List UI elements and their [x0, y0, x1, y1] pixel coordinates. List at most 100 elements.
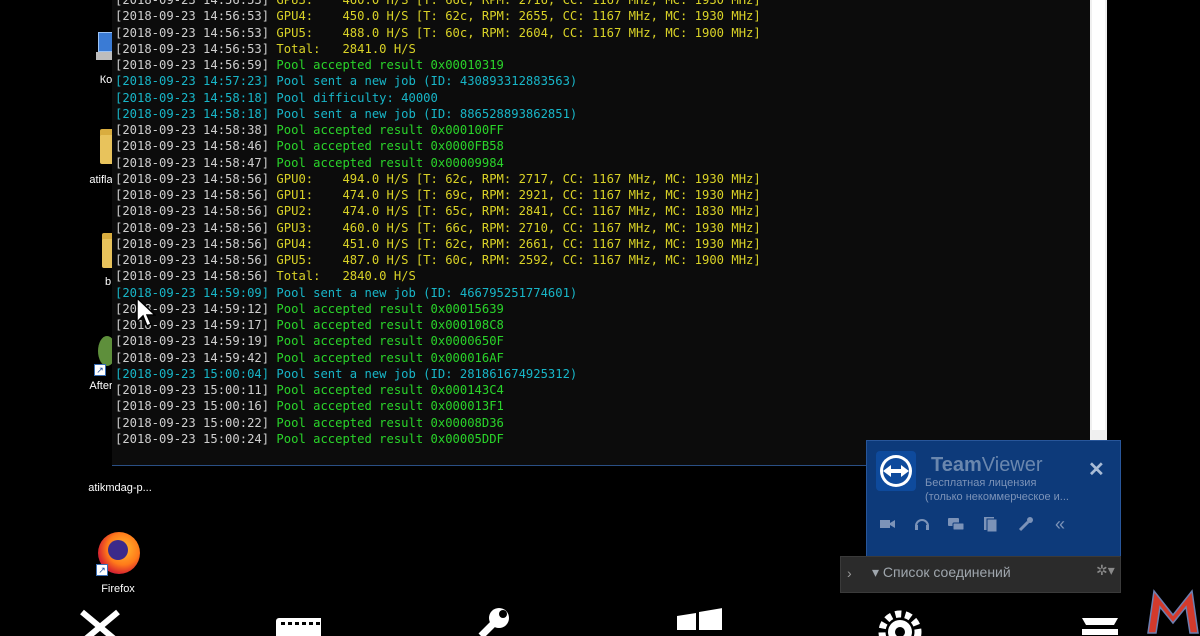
console-timestamp: [2018-09-23 14:56:53] [115, 41, 270, 56]
console-message: Pool sent a new job (ID: 466795251774601… [269, 285, 578, 300]
expand-arrow-icon[interactable]: › [847, 565, 852, 581]
console-message: Pool accepted result 0x0000650F [269, 334, 504, 349]
close-icon[interactable]: ✕ [1088, 457, 1105, 482]
console-message: GPU0: 494.0 H/S [T: 62c, RPM: 2717, CC: … [269, 171, 761, 186]
console-timestamp: [2018-09-23 14:58:46] [115, 139, 270, 154]
console-message: GPU4: 450.0 H/S [T: 62c, RPM: 2655, CC: … [269, 9, 761, 24]
console-timestamp: [2018-09-23 15:00:16] [115, 399, 270, 414]
chat-icon[interactable] [947, 515, 965, 533]
console-timestamp: [2018-09-23 14:56:53] [115, 0, 270, 7]
console-timestamp: [2018-09-23 15:00:11] [115, 383, 270, 397]
console-message: Total: 2841.0 H/S [269, 41, 416, 56]
console-timestamp: [2018-09-23 14:58:18] [115, 106, 270, 121]
console-timestamp: [2018-09-23 14:59:19] [115, 334, 270, 349]
console-line: [2018-09-23 15:00:24] Pool accepted resu… [115, 431, 761, 447]
console-line: [2018-09-23 14:58:56] GPU0: 494.0 H/S [T… [115, 171, 761, 187]
console-line: [2018-09-23 14:58:18] Pool sent a new jo… [115, 106, 761, 122]
windows-icon[interactable] [676, 606, 722, 636]
gear-icon[interactable] [877, 606, 923, 636]
connections-list-text: Список соединений [882, 564, 1011, 580]
desktop-icon-label: After [89, 380, 113, 392]
console-timestamp: [2018-09-23 14:57:23] [115, 74, 270, 89]
console-line: [2018-09-23 15:00:04] Pool sent a new jo… [115, 366, 761, 382]
console-message: Pool sent a new job (ID: 886528893862851… [269, 106, 578, 121]
console-line: [2018-09-23 14:58:56] Total: 2840.0 H/S [115, 268, 761, 284]
console-message: Pool accepted result 0x000108C8 [269, 318, 504, 332]
console-line: [2018-09-23 14:58:56] GPU2: 474.0 H/S [T… [115, 203, 761, 219]
gear-icon[interactable]: ✲▾ [1096, 562, 1115, 579]
console-message: Pool accepted result 0x000016AF [269, 350, 504, 365]
console-line: [2018-09-23 14:58:46] Pool accepted resu… [115, 138, 761, 154]
console-line: [2018-09-23 14:58:56] GPU4: 451.0 H/S [T… [115, 236, 761, 252]
console-timestamp: [2018-09-23 14:58:56] [115, 236, 270, 251]
connections-list-bar[interactable]: › ▾ Список соединений ✲▾ [840, 556, 1121, 593]
console-message: Pool accepted result 0x0000FB58 [269, 139, 504, 154]
console-timestamp: [2018-09-23 14:58:56] [115, 253, 270, 267]
close-icon[interactable] [78, 606, 124, 636]
desktop-icon-label: Firefox [101, 583, 135, 595]
desktop-icon-firefox[interactable]: ↗ Firefox [92, 530, 144, 595]
console-line: [2018-09-23 14:56:53] GPU4: 450.0 H/S [T… [115, 8, 761, 24]
console-message: Pool accepted result 0x000143C4 [269, 383, 504, 397]
keyboard-icon[interactable] [275, 606, 321, 636]
console-message: GPU3: 460.0 H/S [T: 66c, RPM: 2710, CC: … [269, 220, 761, 235]
console-line: [2018-09-23 14:59:09] Pool sent a new jo… [115, 285, 761, 301]
console-timestamp: [2018-09-23 14:58:56] [115, 220, 270, 235]
console-line: [2018-09-23 15:00:16] Pool accepted resu… [115, 398, 761, 414]
console-line: [2018-09-23 14:58:56] GPU3: 460.0 H/S [T… [115, 220, 761, 236]
desktop-icon-label: atikmdag-p... [88, 482, 152, 494]
console-line: [2018-09-23 14:56:53] GPU3: 460.0 H/S [T… [115, 0, 761, 8]
console-message: Pool difficulty: 40000 [269, 90, 438, 105]
console-message: Pool accepted result 0x00009984 [269, 155, 504, 170]
console-timestamp: [2018-09-23 15:00:24] [115, 431, 270, 446]
tools-icon[interactable] [1017, 515, 1035, 533]
console-line: [2018-09-23 14:58:56] GPU5: 487.0 H/S [T… [115, 252, 761, 268]
console-line: [2018-09-23 14:58:56] GPU1: 474.0 H/S [T… [115, 187, 761, 203]
console-timestamp: [2018-09-23 14:56:59] [115, 58, 270, 72]
console-timestamp: [2018-09-23 14:58:56] [115, 171, 270, 186]
console-timestamp: [2018-09-23 14:58:47] [115, 155, 270, 170]
console-message: GPU1: 474.0 H/S [T: 69c, RPM: 2921, CC: … [269, 188, 761, 202]
shortcut-arrow-icon: ↗ [94, 364, 106, 376]
connections-list-label[interactable]: ▾ Список соединений [872, 564, 1011, 581]
console-scrollbar-thumb[interactable] [1092, 0, 1105, 430]
desktop-icon-label: atifla [89, 174, 113, 186]
console-message: Pool sent a new job (ID: 281861674925312… [269, 366, 578, 381]
console-timestamp: [2018-09-23 14:56:53] [115, 9, 270, 24]
console-line: [2018-09-23 14:56:59] Pool accepted resu… [115, 57, 761, 73]
console-timestamp: [2018-09-23 14:58:56] [115, 204, 270, 219]
console-message: Pool accepted result 0x000100FF [269, 123, 504, 137]
console-timestamp: [2018-09-23 14:58:56] [115, 188, 270, 202]
teamviewer-logo-icon [876, 451, 916, 491]
menu-icon[interactable] [1078, 606, 1124, 636]
console-line: [2018-09-23 14:58:47] Pool accepted resu… [115, 155, 761, 171]
wrench-icon[interactable] [475, 606, 521, 636]
collapse-icon[interactable]: « [1051, 515, 1069, 533]
teamviewer-title-light: Viewer [981, 454, 1043, 476]
console-message: GPU3: 460.0 H/S [T: 66c, RPM: 2716, CC: … [269, 0, 761, 7]
console-timestamp: [2018-09-23 14:56:53] [115, 25, 270, 40]
files-icon[interactable] [981, 515, 999, 533]
console-message: GPU5: 488.0 H/S [T: 60c, RPM: 2604, CC: … [269, 25, 761, 40]
console-line: [2018-09-23 14:56:53] GPU5: 488.0 H/S [T… [115, 25, 761, 41]
video-icon[interactable] [879, 515, 897, 533]
console-line: [2018-09-23 15:00:11] Pool accepted resu… [115, 382, 761, 398]
console-line: [2018-09-23 14:59:42] Pool accepted resu… [115, 350, 761, 366]
miner-console-window[interactable]: [2018-09-23 14:56:53] GPU3: 460.0 H/S [T… [112, 0, 1096, 466]
console-line: [2018-09-23 14:57:23] Pool sent a new jo… [115, 73, 761, 89]
console-line: [2018-09-23 15:00:22] Pool accepted resu… [115, 415, 761, 431]
console-timestamp: [2018-09-23 15:00:22] [115, 415, 270, 430]
teamviewer-title-bold: Team [931, 454, 982, 476]
console-message: Pool accepted result 0x000013F1 [269, 399, 504, 414]
teamviewer-panel: TeamViewer ✕ Бесплатная лицензия (только… [866, 440, 1121, 557]
console-message: GPU5: 487.0 H/S [T: 60c, RPM: 2592, CC: … [269, 253, 761, 267]
m-logo-watermark [1147, 589, 1199, 634]
desktop-icon-label: b [104, 276, 112, 288]
console-message: Total: 2840.0 H/S [269, 269, 416, 284]
console-timestamp: [2018-09-23 14:58:38] [115, 123, 270, 137]
headset-icon[interactable] [913, 515, 931, 533]
teamviewer-title: TeamViewer [931, 454, 1043, 477]
console-line: [2018-09-23 14:59:19] Pool accepted resu… [115, 333, 761, 349]
console-line: [2018-09-23 14:58:38] Pool accepted resu… [115, 122, 761, 138]
console-message: Pool sent a new job (ID: 430893312883563… [269, 74, 578, 89]
